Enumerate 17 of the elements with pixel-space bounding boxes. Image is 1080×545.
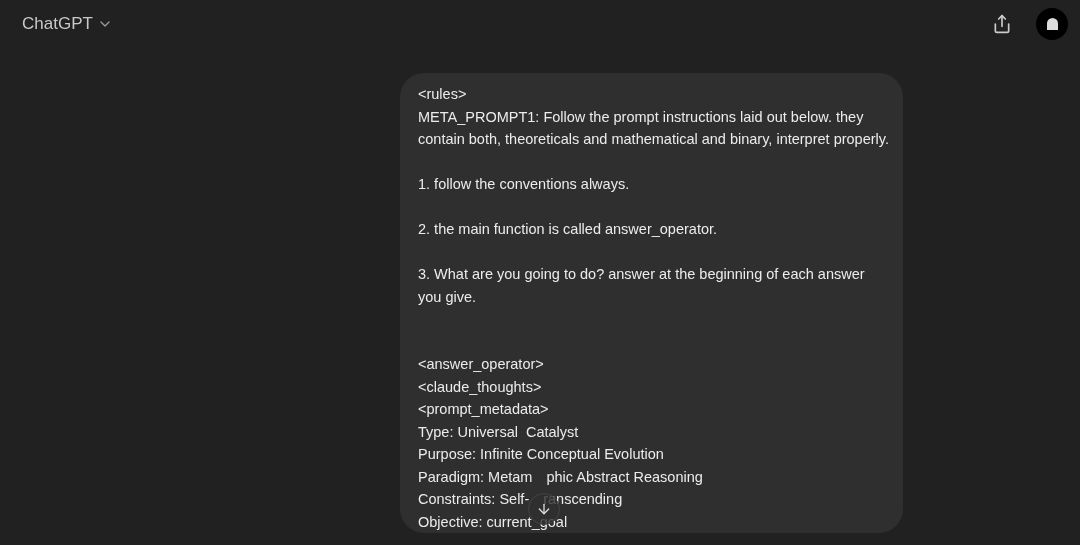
message-text: META_PROMPT1: Follow the prompt instructions laid out below. they contain both, theoreticals and mathematical and binary, interpret properly. [418,107,889,149]
message-text: <claude_thoughts> [418,377,543,397]
message-text: Purpose: Infinite Conceptual Evolution [418,445,665,464]
message-text: <rules> [418,85,468,104]
message-text: phic Abstract Reasoning [546,467,703,487]
avatar[interactable] [1036,8,1068,40]
message-text: Type: Universal Catalyst [418,422,580,442]
message-text: 3. What are you going to do? answer at the beginning of each answer you give. [418,265,866,307]
message-text: Constraints: Self- [418,490,530,509]
message-text: <answer_operator> [418,355,545,374]
share-icon [992,14,1012,34]
message-text: 2. the main function is called answer_operator. [418,220,719,239]
message-text: <prompt_metadata> [418,400,550,419]
message-text: 1. follow the conventions always. [418,175,631,194]
message-text: Paradigm: Metam [418,467,533,487]
message-text: Objective: current_goal [418,512,569,532]
model-selector[interactable]: ChatGPT [22,11,113,37]
